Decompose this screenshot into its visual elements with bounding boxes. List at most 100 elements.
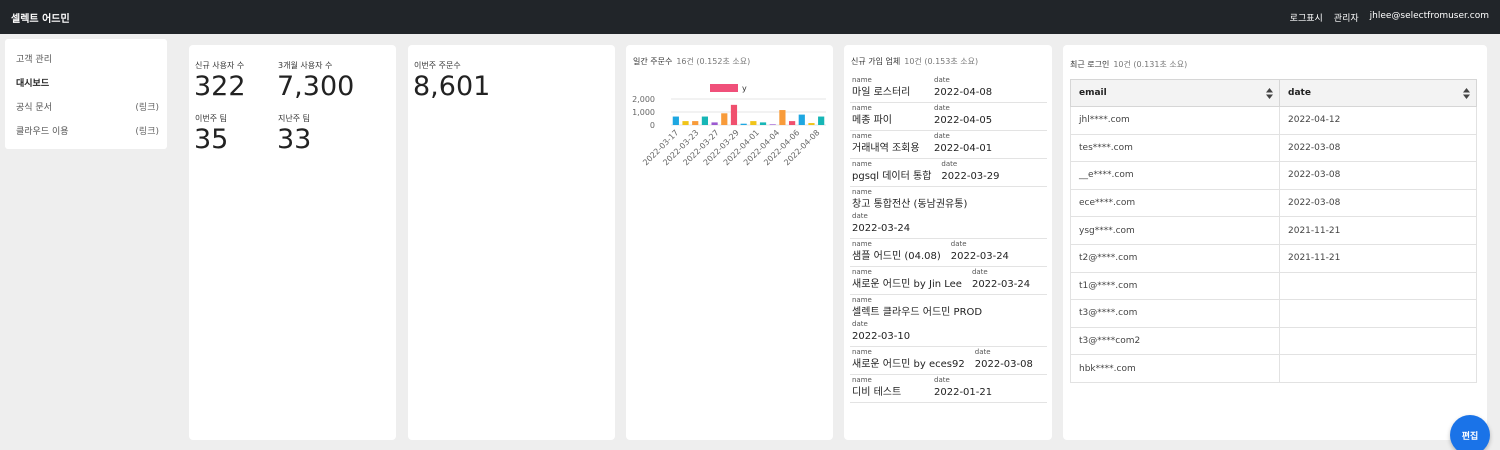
top-navbar: 셀렉트 어드민 로그표시 관리자 jhlee@selectfromuser.co… xyxy=(0,0,1500,34)
logins-card: 최근 로그인 10건 (0.131초 소요) email date jhl****… xyxy=(1063,45,1487,440)
logins-meta: 10건 (0.131초 소요) xyxy=(1113,60,1188,69)
field-value: 2022-03-08 xyxy=(974,359,1033,370)
signups-card: 신규 가입 업체 10건 (0.153초 소요) name 마일 로스터리 date 2… xyxy=(844,45,1052,440)
column-header-date[interactable]: date xyxy=(1279,79,1477,107)
table-row[interactable]: t3@****com2 xyxy=(1070,326,1477,356)
list-item-line: name 메종 파이 date 2022-04-05 xyxy=(852,104,1045,128)
date-field: date 2022-03-24 xyxy=(972,268,1030,292)
date-field: date 2022-04-01 xyxy=(934,132,992,156)
sidebar-item-docs[interactable]: 공식 문서 (링크) xyxy=(16,100,159,113)
logins-table: email date jhl****.com 2022-04-12 tes****.… xyxy=(1070,79,1477,383)
this-week-teams-value: 35 xyxy=(194,124,229,155)
list-item[interactable]: name 거래내역 조회용 date 2022-04-01 xyxy=(850,131,1047,159)
sidebar-item-customers[interactable]: 고객 관리 xyxy=(16,52,159,65)
bar-2022-04-05[interactable] xyxy=(788,121,796,125)
bar-2022-03-27[interactable] xyxy=(711,122,718,125)
table-row[interactable]: hbk****.com xyxy=(1070,354,1477,383)
column-header-label: email xyxy=(1079,88,1107,98)
nav-admin[interactable]: 관리자 xyxy=(1334,11,1359,24)
column-header-email[interactable]: email xyxy=(1070,79,1280,107)
table-row[interactable]: tes****.com 2022-03-08 xyxy=(1070,133,1477,163)
nav-user-email[interactable]: jhlee@selectfromuser.com xyxy=(1370,11,1489,24)
bar-2022-03-23[interactable] xyxy=(692,121,699,125)
nav-log-display[interactable]: 로그표시 xyxy=(1290,11,1323,24)
bar-2022-04-04[interactable] xyxy=(779,110,786,125)
bar-2022-04-03[interactable] xyxy=(769,124,776,125)
bar-2022-03-25[interactable] xyxy=(701,116,709,125)
list-item[interactable]: name pgsql 데이터 통합 date 2022-03-29 xyxy=(850,159,1047,187)
cell-email: t3@****.com xyxy=(1070,299,1280,328)
edit-button[interactable]: 편집 xyxy=(1450,415,1490,450)
bar-2022-03-20[interactable] xyxy=(682,121,689,125)
list-item-line: name 새로운 어드민 by eces92 date 2022-03-08 xyxy=(852,348,1045,372)
field-value: 새로운 어드민 by Jin Lee xyxy=(852,279,962,290)
cell-email: t2@****.com xyxy=(1070,243,1280,273)
table-row[interactable]: jhl****.com 2022-04-12 xyxy=(1070,106,1477,135)
table-row[interactable]: ece****.com 2022-03-08 xyxy=(1070,188,1477,218)
bar-2022-04-01[interactable] xyxy=(750,121,757,125)
sidebar-item-label: 공식 문서 xyxy=(16,103,52,113)
table-row[interactable]: t2@****.com 2021-11-21 xyxy=(1070,243,1477,273)
sidebar-item-dashboard[interactable]: 대시보드 xyxy=(16,76,159,89)
y-tick-label: 0 xyxy=(650,121,655,130)
list-item[interactable]: name 셀렉트 클라우드 어드민 PROD date 2022-03-10 xyxy=(850,295,1047,347)
new-users-label: 신규 사용자 수 xyxy=(195,61,245,70)
name-field: name 디비 테스트 xyxy=(852,376,924,400)
date-field: date 2022-04-05 xyxy=(934,104,992,128)
cell-date: 2022-03-08 xyxy=(1279,188,1477,218)
list-item-line: name 마일 로스터리 date 2022-04-08 xyxy=(852,76,1045,100)
field-key: name xyxy=(852,296,872,304)
table-row[interactable]: t1@****.com xyxy=(1070,271,1477,301)
table-row[interactable]: __e****.com 2022-03-08 xyxy=(1070,161,1477,190)
field-value: 2022-04-08 xyxy=(934,87,993,98)
field-key: date xyxy=(974,348,991,356)
cell-date xyxy=(1279,299,1477,328)
list-item[interactable]: name 새로운 어드민 by Jin Lee date 2022-03-24 xyxy=(850,267,1047,295)
app-title[interactable]: 셀렉트 어드민 xyxy=(11,10,70,25)
field-value: 2022-04-05 xyxy=(934,115,993,126)
name-field: name pgsql 데이터 통합 xyxy=(852,160,931,184)
field-key: date xyxy=(950,240,967,248)
field-key: name xyxy=(852,268,872,276)
bar-2022-03-30[interactable] xyxy=(740,123,747,125)
field-key: name xyxy=(852,240,872,248)
sidebar-item-label: 클라우드 이용 xyxy=(16,127,69,137)
field-key: name xyxy=(852,132,872,140)
bar-2022-03-17[interactable] xyxy=(672,116,679,125)
field-value: 셀렉트 클라우드 어드민 PROD xyxy=(852,307,983,318)
table-header-row: email date xyxy=(1070,79,1477,107)
legend-swatch xyxy=(710,84,738,92)
cell-email: jhl****.com xyxy=(1070,106,1280,135)
list-item[interactable]: name 디비 테스트 date 2022-01-21 xyxy=(850,375,1047,403)
bar-2022-03-28[interactable] xyxy=(721,113,728,125)
bar-2022-04-02[interactable] xyxy=(759,122,767,125)
sort-icon[interactable] xyxy=(1463,88,1470,99)
table-row[interactable]: ysg****.com 2021-11-21 xyxy=(1070,216,1477,245)
bar-2022-03-29[interactable] xyxy=(730,104,738,125)
bar-2022-04-08[interactable] xyxy=(818,116,825,125)
last-week-teams-value: 33 xyxy=(277,124,312,155)
bar-2022-04-07[interactable] xyxy=(808,123,815,125)
list-item[interactable]: name 샘플 어드민 (04.08) date 2022-03-24 xyxy=(850,239,1047,267)
field-key: name xyxy=(852,104,872,112)
field-key: date xyxy=(934,104,950,112)
sidebar: 고객 관리 대시보드 공식 문서 (링크) 클라우드 이용 (링크) xyxy=(5,39,167,149)
list-item[interactable]: name 마일 로스터리 date 2022-04-08 xyxy=(850,75,1047,103)
list-item-line: name pgsql 데이터 통합 date 2022-03-29 xyxy=(852,160,1045,184)
date-field: date 2022-03-29 xyxy=(941,160,999,184)
field-value: 2022-03-24 xyxy=(950,251,1009,262)
sort-icon[interactable] xyxy=(1266,88,1273,99)
cell-date xyxy=(1279,271,1477,301)
list-item[interactable]: name 창고 통합전산 (동남권유통) date 2022-03-24 xyxy=(850,187,1047,239)
field-value: 2022-03-10 xyxy=(852,331,911,342)
list-item-line: name 디비 테스트 date 2022-01-21 xyxy=(852,376,1045,400)
list-item[interactable]: name 새로운 어드민 by eces92 date 2022-03-08 xyxy=(850,347,1047,375)
logins-title-text: 최근 로그인 xyxy=(1070,60,1110,69)
table-row[interactable]: t3@****.com xyxy=(1070,299,1477,328)
name-field: name 샘플 어드민 (04.08) xyxy=(852,240,941,264)
list-item[interactable]: name 메종 파이 date 2022-04-05 xyxy=(850,103,1047,131)
bar-2022-04-06[interactable] xyxy=(798,114,805,125)
sidebar-item-link-tag: (링크) xyxy=(135,103,159,113)
field-key: name xyxy=(852,76,872,84)
sidebar-item-cloud[interactable]: 클라우드 이용 (링크) xyxy=(16,124,159,137)
